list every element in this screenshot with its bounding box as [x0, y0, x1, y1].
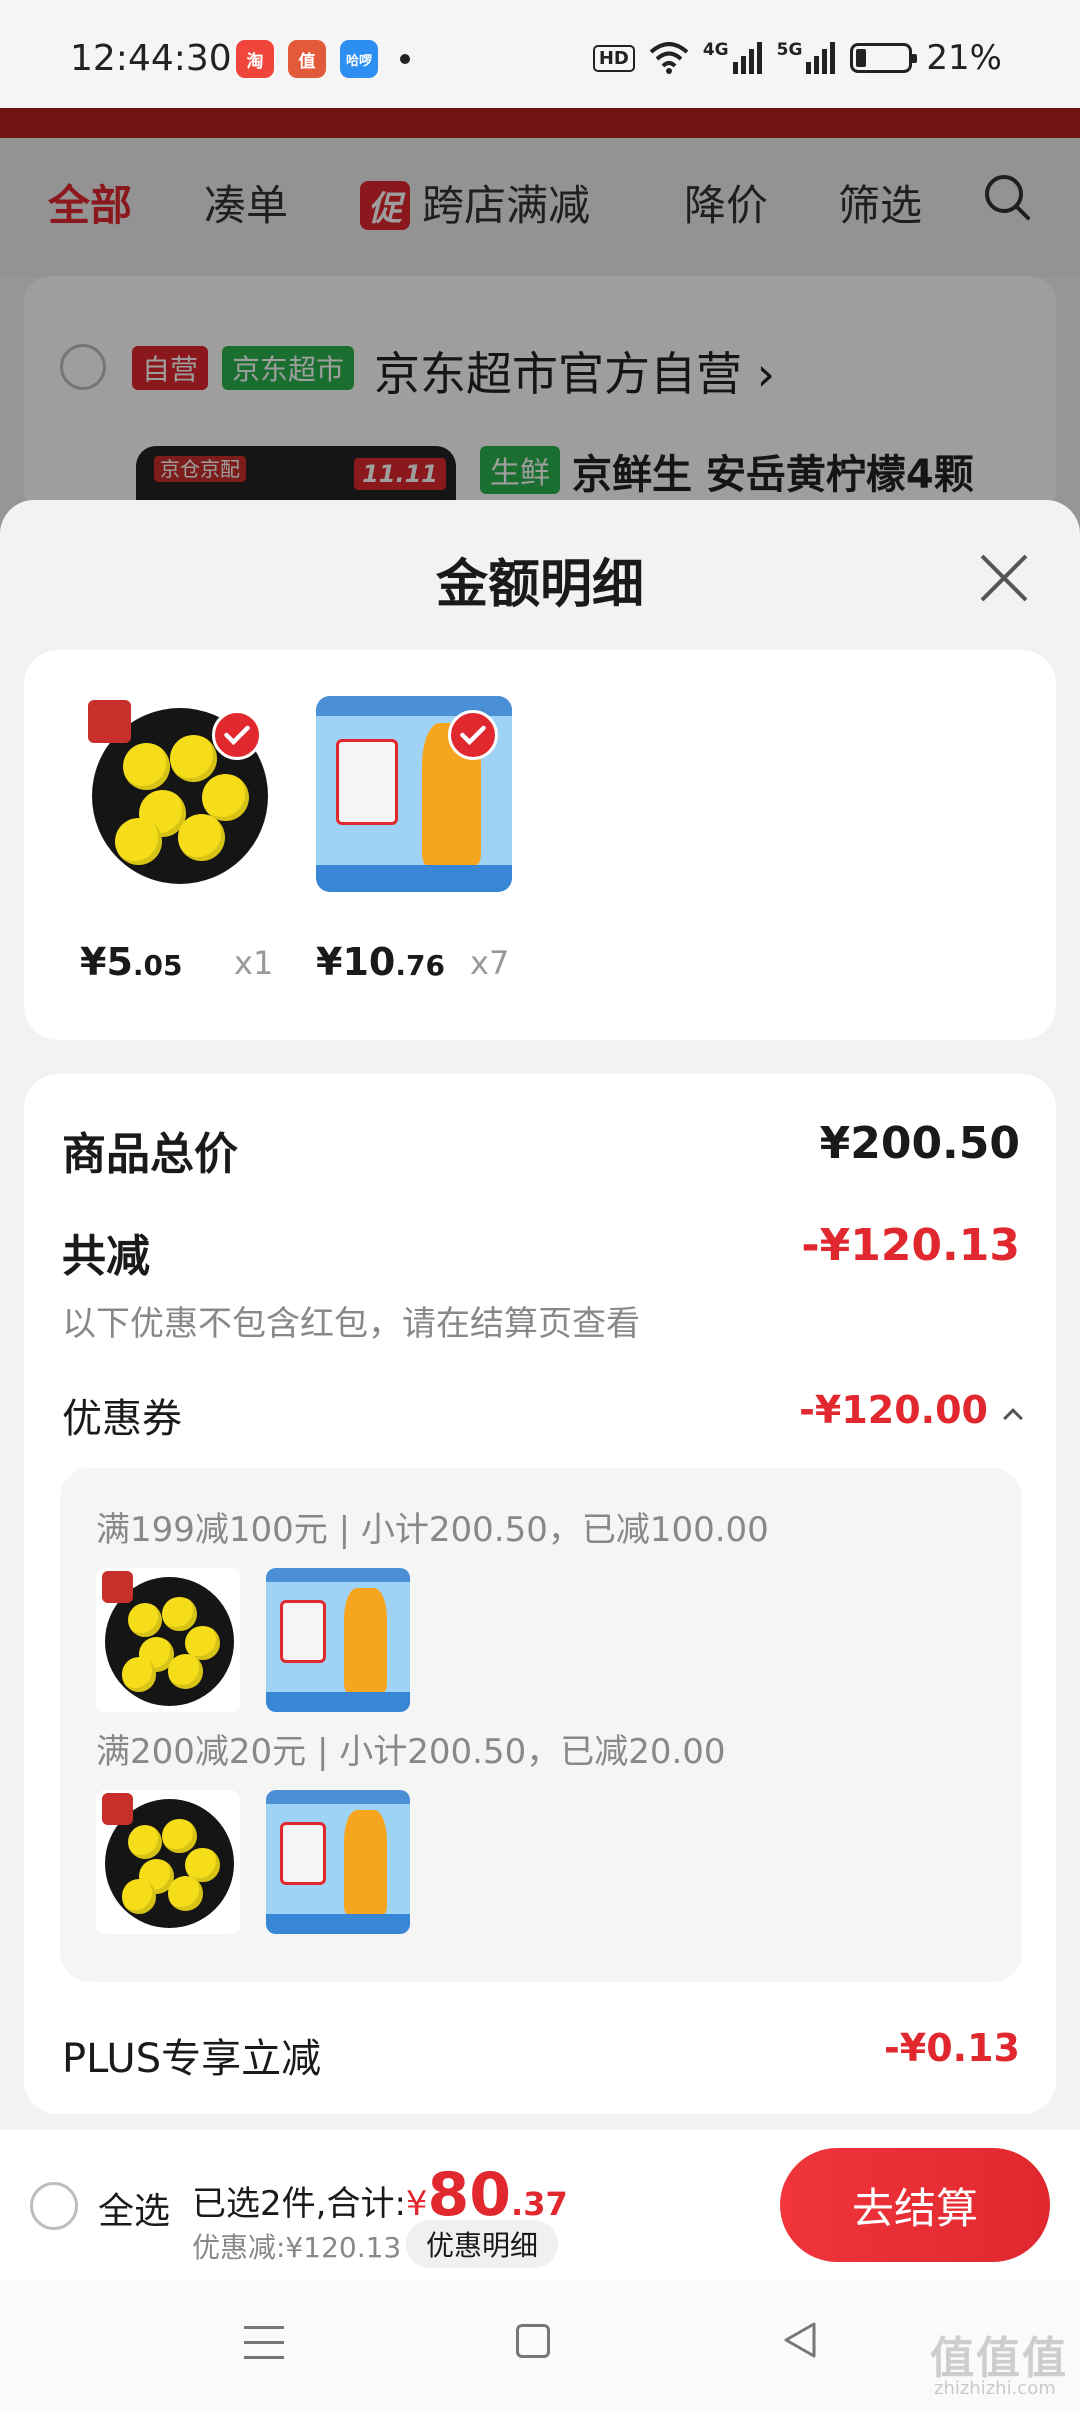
home-icon[interactable]: [516, 2324, 550, 2358]
system-nav-bar: 值值值 zhizhizhi.com: [0, 2280, 1080, 2412]
total-value: ¥200.50: [819, 1118, 1020, 1169]
chevron-up-icon: [1003, 1408, 1023, 1428]
price-detail-sheet: 金额明细 ¥5.05 x1 ¥10.76 x7 商品总价 ¥200.50 共减 …: [0, 500, 1080, 2412]
status-bar: 12:44:30 淘 值 哈啰 HD 4G 5G 21%: [0, 0, 1080, 108]
battery-icon: [850, 43, 918, 73]
item-price: ¥10.76: [316, 940, 445, 984]
coupon-toggle[interactable]: -¥120.00: [799, 1388, 1023, 1432]
wifi-icon: [649, 42, 689, 74]
jd-warehouse-badge: [101, 1570, 134, 1603]
coupon-line: 满200减20元 | 小计200.50，已减20.00: [96, 1732, 726, 1772]
total-label: 商品总价: [62, 1129, 238, 1180]
menu-icon[interactable]: [244, 2326, 284, 2362]
4g-label: 4G: [702, 40, 729, 60]
coupon-label: 优惠券: [62, 1396, 182, 1442]
jd-warehouse-badge: [101, 1792, 134, 1825]
lemon-thumbnail: [80, 696, 276, 892]
juice-mini-thumb: [266, 1790, 410, 1934]
reduce-note: 以下优惠不包含红包，请在结算页查看: [62, 1304, 640, 1344]
plus-label: PLUS专享立减: [62, 2036, 322, 2082]
select-all-label[interactable]: 全选: [98, 2182, 170, 2234]
item-price-dec: .76: [395, 949, 445, 982]
juice-mini-thumb: [266, 1568, 410, 1712]
back-icon[interactable]: [780, 2320, 820, 2360]
watermark: 值值值: [930, 2333, 1068, 2384]
notification-dot-icon: [400, 54, 410, 64]
item-juice[interactable]: [316, 696, 616, 892]
total-dec: .37: [511, 2185, 568, 2223]
hello-app-icon: 哈啰: [340, 40, 378, 78]
item-quantity: x1: [234, 944, 274, 982]
juice-thumbnail: [316, 696, 512, 892]
item-price: ¥5.05: [80, 940, 183, 984]
reduce-label: 共减: [62, 1231, 150, 1282]
discount-detail-button[interactable]: 优惠明细: [406, 2220, 559, 2268]
taobao-app-icon: 淘: [236, 40, 274, 78]
coupon-line: 满199减100元 | 小计200.50，已减100.00: [96, 1510, 769, 1550]
sheet-title: 金额明细: [435, 555, 644, 615]
checked-icon[interactable]: [212, 710, 262, 760]
item-price-int: ¥5: [80, 940, 133, 984]
currency-symbol: ¥: [405, 2184, 428, 2224]
item-price-int: ¥10: [316, 940, 396, 984]
coupon-thumbs: [96, 1568, 410, 1712]
status-app-icons: 淘 值 哈啰: [236, 40, 410, 78]
signal-4g-icon: [732, 42, 762, 74]
status-indicators: HD 4G 5G 21%: [592, 38, 1002, 78]
selected-items-card: ¥5.05 x1 ¥10.76 x7: [24, 650, 1056, 1040]
zhi-app-icon: 值: [288, 40, 326, 78]
signal-5g-icon: [806, 42, 836, 74]
reduce-value: -¥120.13: [801, 1220, 1020, 1271]
coupon-thumbs: [96, 1790, 410, 1934]
checked-icon[interactable]: [448, 710, 498, 760]
lemon-mini-thumb: [96, 1568, 240, 1712]
coupon-detail-box: 满199减100元 | 小计200.50，已减100.00 满200减20元 |…: [60, 1468, 1022, 1982]
jd-warehouse-badge: [87, 699, 131, 744]
5g-label: 5G: [776, 40, 803, 60]
item-price-dec: .05: [132, 949, 183, 982]
coupon-value: -¥120.00: [799, 1388, 988, 1432]
item-quantity: x7: [470, 944, 510, 982]
price-breakdown-card: 商品总价 ¥200.50 共减 -¥120.13 以下优惠不包含红包，请在结算页…: [24, 1074, 1056, 2114]
lemon-mini-thumb: [96, 1790, 240, 1934]
discount-text: 优惠减:¥120.13: [192, 2231, 402, 2264]
hd-icon: HD: [592, 44, 635, 72]
checkout-button[interactable]: 去结算: [780, 2148, 1050, 2262]
battery-percent: 21%: [926, 38, 1002, 78]
checkout-bar: 全选 已选2件,合计:¥80.37 优惠减:¥120.13 优惠明细 去结算: [0, 2130, 1080, 2280]
selected-count-text: 已选2件,合计:: [192, 2184, 406, 2224]
watermark-url: zhizhizhi.com: [934, 2378, 1056, 2399]
select-all-radio[interactable]: [30, 2182, 78, 2230]
close-icon[interactable]: [976, 550, 1032, 606]
plus-value: -¥0.13: [884, 2026, 1020, 2070]
status-time: 12:44:30: [70, 38, 232, 79]
